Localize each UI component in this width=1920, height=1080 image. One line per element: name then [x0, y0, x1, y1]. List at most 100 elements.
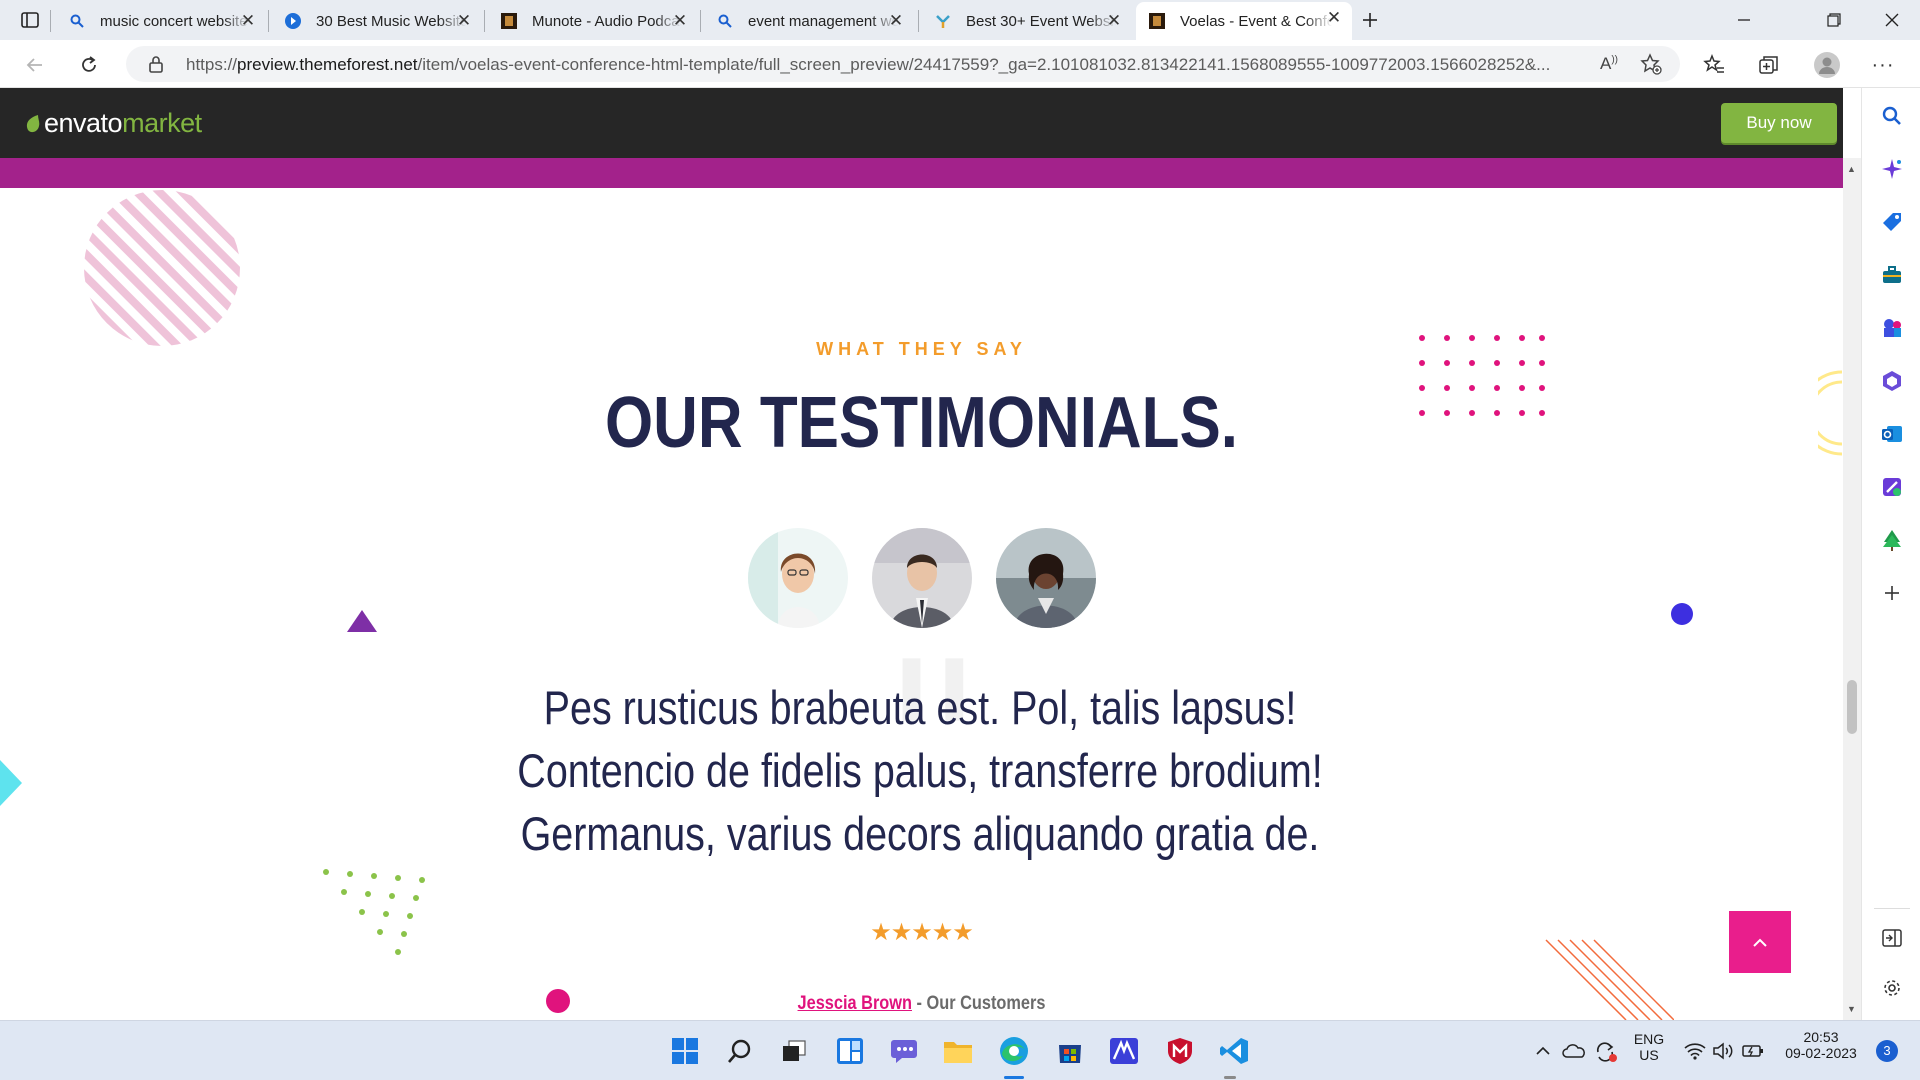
- hide-sidebar-icon[interactable]: [1878, 924, 1906, 952]
- new-tab-button[interactable]: [1354, 4, 1386, 36]
- chevron-up-icon[interactable]: [1528, 1033, 1558, 1069]
- testimonial-author: Jesscia Brown - Our Customers: [129, 993, 1714, 1015]
- windows-start-icon[interactable]: [667, 1033, 703, 1069]
- volume-icon[interactable]: [1708, 1033, 1738, 1069]
- decor-triangle: [347, 610, 377, 632]
- language-indicator[interactable]: ENG US: [1624, 1031, 1674, 1063]
- envato-logo-text: envato: [44, 108, 123, 138]
- testimonials-section: WHAT THEY SAY OUR TESTIMONIALS. " Pes ru…: [0, 158, 1843, 1020]
- decor-cyan-diamond: [0, 760, 22, 806]
- search-icon[interactable]: [1878, 102, 1906, 130]
- testimonial-avatar[interactable]: [748, 528, 848, 628]
- market-logo-text: market: [122, 108, 202, 138]
- widgets-icon[interactable]: [832, 1033, 868, 1069]
- tab-actions-icon[interactable]: [14, 4, 46, 36]
- tab-title: Voelas - Event & Conferenc: [1180, 12, 1332, 30]
- site-icon: [934, 12, 952, 30]
- buy-now-button[interactable]: Buy now: [1721, 103, 1837, 143]
- shopping-tag-icon[interactable]: [1878, 208, 1906, 236]
- tab-title: Best 30+ Event Website Tem: [966, 12, 1116, 30]
- read-aloud-icon[interactable]: A)): [1600, 54, 1618, 74]
- discover-icon[interactable]: [1878, 155, 1906, 183]
- favorites-icon[interactable]: [1697, 48, 1731, 82]
- tools-briefcase-icon[interactable]: [1878, 261, 1906, 289]
- restore-button[interactable]: [1818, 4, 1850, 36]
- browser-tab[interactable]: Best 30+ Event Website Tem ✕: [922, 5, 1132, 37]
- section-divider-band: [0, 158, 1843, 188]
- testimonial-avatar[interactable]: [996, 528, 1096, 628]
- section-eyebrow: WHAT THEY SAY: [816, 339, 1027, 359]
- search-icon[interactable]: [722, 1033, 758, 1069]
- testimonial-quote: Pes rusticus brabeuta est. Pol, talis la…: [517, 681, 1323, 860]
- close-icon[interactable]: ✕: [1326, 9, 1342, 26]
- envato-preview-bar: envato market Buy now: [0, 88, 1843, 158]
- scroll-thumb[interactable]: [1847, 680, 1857, 734]
- browser-tab[interactable]: 30 Best Music Website Temp ✕: [272, 5, 482, 37]
- teams-chat-icon[interactable]: [886, 1033, 922, 1069]
- mcafee-icon[interactable]: [1162, 1033, 1198, 1069]
- scroll-down-icon[interactable]: ▼: [1847, 1004, 1856, 1014]
- vscode-icon[interactable]: [1216, 1033, 1252, 1069]
- browser-tab-active[interactable]: Voelas - Event & Conferenc ✕: [1136, 2, 1352, 40]
- envato-market-logo[interactable]: envato market: [24, 108, 202, 139]
- add-icon[interactable]: [1878, 579, 1906, 607]
- browser-tab[interactable]: event management website ✕: [704, 5, 914, 37]
- battery-icon[interactable]: [1738, 1033, 1768, 1069]
- windows-taskbar: ENG US 20:53 09-02-2023 3: [0, 1020, 1920, 1080]
- games-icon[interactable]: [1878, 314, 1906, 342]
- tab-title: music concert website free t: [100, 12, 250, 30]
- wifi-icon[interactable]: [1680, 1033, 1710, 1069]
- close-icon[interactable]: ✕: [672, 12, 688, 29]
- chevron-up-icon: [1753, 938, 1767, 947]
- designer-icon[interactable]: [1878, 473, 1906, 501]
- edge-browser-icon[interactable]: [996, 1033, 1032, 1069]
- author-name-link[interactable]: Jesscia Brown: [798, 993, 912, 1014]
- site-icon: [1148, 12, 1166, 30]
- microsoft-365-icon[interactable]: [1878, 367, 1906, 395]
- url-bar[interactable]: https://preview.themeforest.net/item/voe…: [126, 46, 1680, 82]
- site-icon: [500, 12, 518, 30]
- minimize-button[interactable]: [1728, 4, 1760, 36]
- decor-yellow-arc: [1818, 370, 1843, 456]
- author-role: - Our Customers: [911, 993, 1046, 1014]
- tab-title: event management website: [748, 12, 898, 30]
- search-icon: [68, 12, 86, 30]
- browser-tab[interactable]: Munote - Audio Podcast & M ✕: [488, 5, 698, 37]
- lock-icon[interactable]: [148, 55, 164, 78]
- browser-tab-strip: music concert website free t ✕ 30 Best M…: [0, 0, 1920, 40]
- page-scrollbar[interactable]: ▲ ▼: [1843, 158, 1861, 1020]
- back-to-top-button[interactable]: [1729, 911, 1791, 973]
- section-title: OUR TESTIMONIALS.: [605, 383, 1238, 463]
- gear-icon[interactable]: [1878, 974, 1906, 1002]
- sync-alert-icon[interactable]: [1590, 1033, 1622, 1069]
- back-button[interactable]: [18, 48, 52, 82]
- scroll-up-icon[interactable]: ▲: [1847, 164, 1856, 174]
- close-icon[interactable]: ✕: [888, 12, 904, 29]
- task-view-icon[interactable]: [776, 1033, 812, 1069]
- rating-stars: ★★★★★: [870, 919, 974, 946]
- tree-icon[interactable]: [1878, 526, 1906, 554]
- tab-title: 30 Best Music Website Temp: [316, 12, 466, 30]
- onedrive-icon[interactable]: [1558, 1033, 1590, 1069]
- notification-badge[interactable]: 3: [1876, 1040, 1898, 1062]
- profile-avatar[interactable]: [1810, 48, 1844, 82]
- bing-icon: [284, 12, 302, 30]
- power-automate-icon[interactable]: [1106, 1033, 1142, 1069]
- close-icon[interactable]: ✕: [456, 12, 472, 29]
- url-text[interactable]: https://preview.themeforest.net/item/voe…: [186, 55, 1550, 75]
- close-icon[interactable]: ✕: [240, 12, 256, 29]
- add-favorite-icon[interactable]: [1640, 53, 1662, 80]
- settings-more-icon[interactable]: ···: [1866, 48, 1900, 82]
- testimonial-avatar[interactable]: [872, 528, 972, 628]
- file-explorer-icon[interactable]: [940, 1033, 976, 1069]
- close-icon[interactable]: ✕: [1106, 12, 1122, 29]
- decor-striped-circle: [84, 190, 240, 346]
- browser-tab[interactable]: music concert website free t ✕: [56, 5, 266, 37]
- close-window-button[interactable]: [1876, 4, 1908, 36]
- outlook-icon[interactable]: [1878, 420, 1906, 448]
- clock[interactable]: 20:53 09-02-2023: [1776, 1029, 1866, 1061]
- refresh-button[interactable]: [72, 48, 106, 82]
- collections-icon[interactable]: [1752, 48, 1786, 82]
- tab-title: Munote - Audio Podcast & M: [532, 12, 682, 30]
- microsoft-store-icon[interactable]: [1052, 1033, 1088, 1069]
